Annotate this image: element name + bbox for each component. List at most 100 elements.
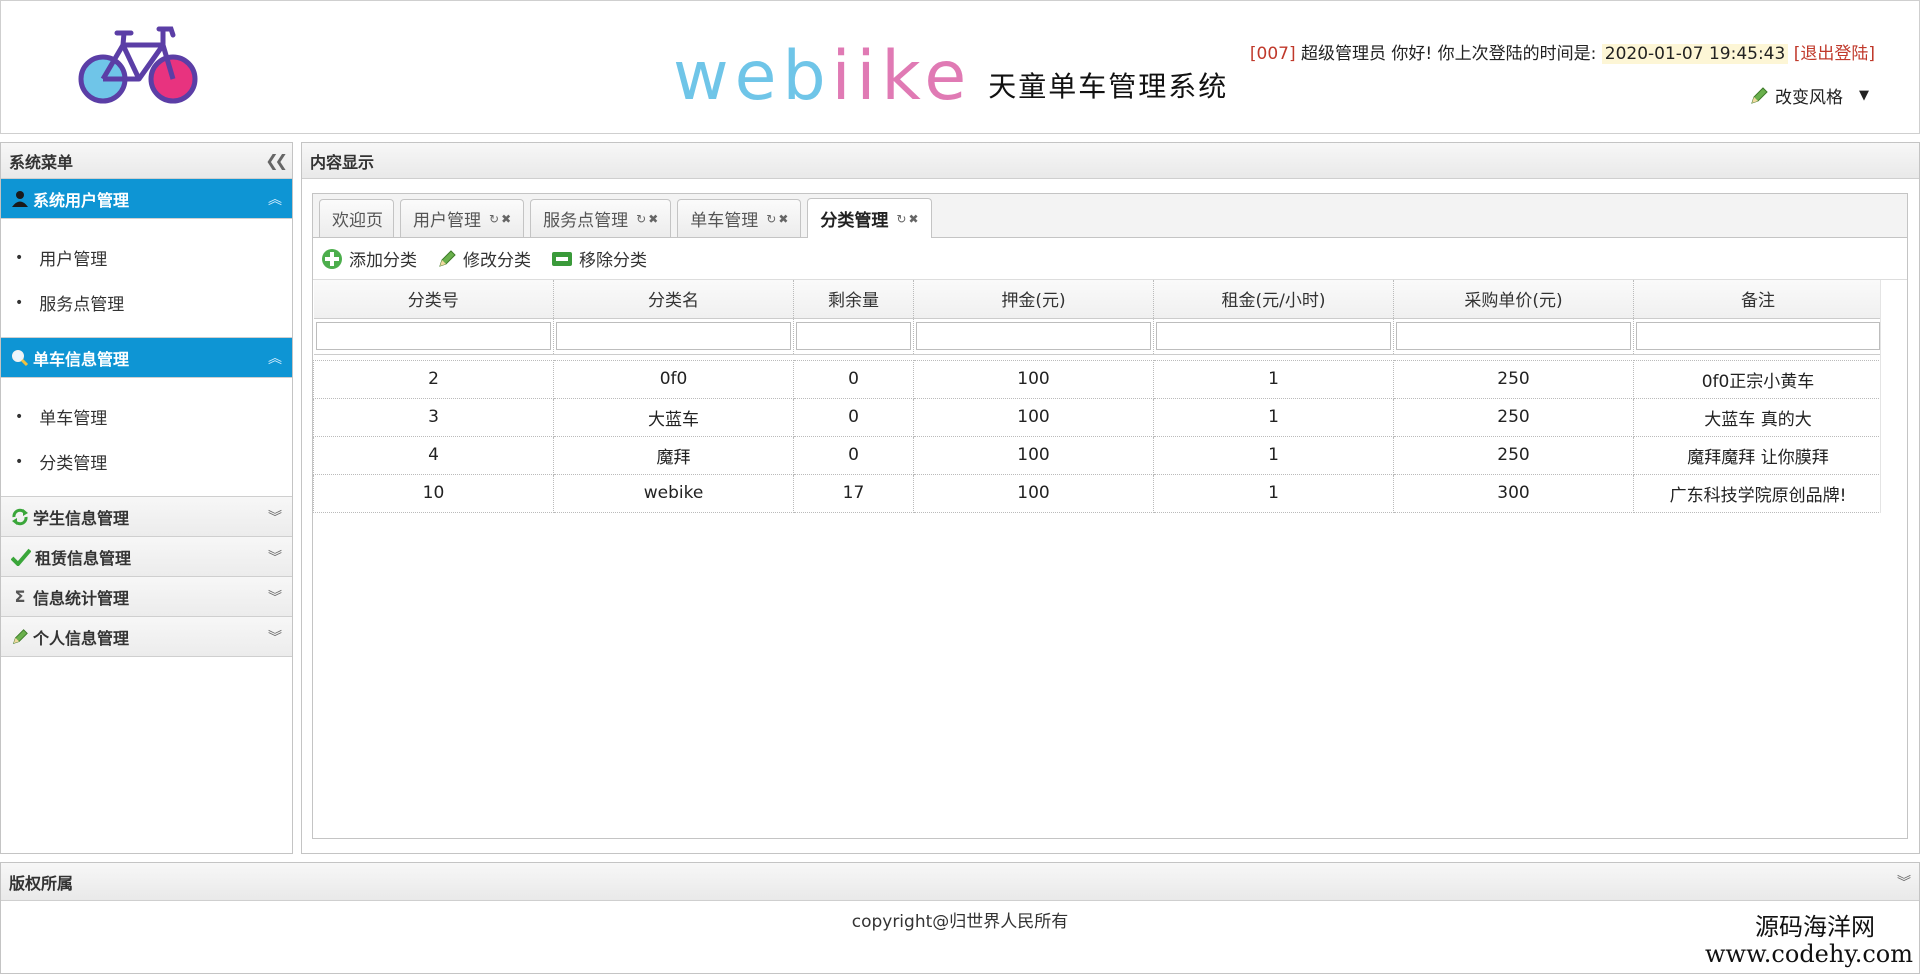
column-header-rent[interactable]: 租金(元/小时) (1153, 280, 1394, 319)
close-icon[interactable]: ✖ (648, 212, 660, 226)
filter-input-deposit[interactable] (916, 322, 1151, 350)
cell-deposit: 100 (913, 435, 1154, 475)
filter-input-purchase-price[interactable] (1396, 322, 1631, 350)
filter-input-name[interactable] (556, 322, 791, 350)
menu-item-category-management[interactable]: 分类管理 (1, 439, 292, 484)
category-grid: 分类号 分类名 剩余量 押金(元) 租金(元/小时) 采购单价(元) 备注 2 … (313, 280, 1907, 513)
column-header-deposit[interactable]: 押金(元) (913, 280, 1154, 319)
user-role: 超级管理员 (1301, 44, 1386, 64)
tab-welcome[interactable]: 欢迎页 (319, 199, 394, 237)
menu-group-label: 单车信息管理 (33, 349, 130, 369)
sidebar-header: 系统菜单 ❮❮ (1, 143, 292, 179)
chevron-up-icon: ︽ (268, 350, 282, 367)
menu-group-student-info[interactable]: 学生信息管理 ︾ (1, 497, 292, 537)
table-row[interactable]: 4 魔拜 0 100 1 250 魔拜魔拜 让你膜拜 (313, 435, 1883, 475)
cell-deposit: 100 (913, 359, 1154, 399)
tab-label: 欢迎页 (332, 211, 383, 231)
change-theme-label: 改变风格 (1775, 88, 1843, 108)
brand-word: webiike (673, 43, 972, 111)
column-header-remark[interactable]: 备注 (1633, 280, 1883, 319)
filter-input-rent[interactable] (1156, 322, 1391, 350)
menu-group-rental-info[interactable]: 租赁信息管理 ︾ (1, 537, 292, 577)
tab-label: 单车管理 (690, 211, 759, 231)
remove-category-button[interactable]: 移除分类 (551, 246, 647, 271)
table-row[interactable]: 3 大蓝车 0 100 1 250 大蓝车 真的大 (313, 397, 1883, 437)
tab-category-management[interactable]: 分类管理 ↻✖ (807, 198, 932, 238)
cell-purchase-price: 250 (1393, 359, 1634, 399)
menu-group-label: 信息统计管理 (33, 588, 130, 608)
collapse-left-icon[interactable]: ❮❮ (265, 151, 288, 170)
chevron-down-icon[interactable]: ︾ (1897, 872, 1911, 892)
change-theme-dropdown[interactable]: 改变风格 ▼ (1749, 83, 1869, 108)
vertical-scrollbar[interactable] (1880, 280, 1907, 513)
filter-input-remaining[interactable] (796, 322, 911, 350)
cell-deposit: 100 (913, 473, 1154, 513)
cell-remaining: 0 (793, 359, 914, 399)
cell-remaining: 0 (793, 435, 914, 475)
reload-icon[interactable]: ↻ (489, 212, 501, 226)
add-category-button[interactable]: 添加分类 (321, 246, 417, 271)
table-row[interactable]: 10 webike 17 100 1 300 广东科技学院原创品牌! (313, 473, 1883, 513)
footer-header: 版权所属 ︾ (1, 863, 1919, 901)
brand-title: webiike 天童单车管理系统 (673, 31, 1228, 111)
cell-name: 大蓝车 (553, 397, 794, 437)
reload-icon[interactable]: ↻ (896, 212, 908, 226)
cell-id: 3 (313, 397, 554, 437)
menu-group-system-users[interactable]: 系统用户管理 ︽ (1, 179, 292, 219)
menu-group-body: 用户管理 服务点管理 (1, 219, 292, 338)
main-content: 内容显示 欢迎页 用户管理 ↻✖ 服务点管理 ↻✖ 单车管理 ↻✖ 分类管理 ↻… (301, 142, 1920, 854)
tab-user-management[interactable]: 用户管理 ↻✖ (400, 199, 525, 237)
user-id: [007] (1249, 44, 1296, 64)
column-header-name[interactable]: 分类名 (553, 280, 794, 319)
close-icon[interactable]: ✖ (501, 212, 513, 226)
cell-remark: 广东科技学院原创品牌! (1633, 473, 1883, 513)
cell-rent: 1 (1153, 397, 1394, 437)
pencil-icon (12, 628, 28, 644)
cell-remark: 大蓝车 真的大 (1633, 397, 1883, 437)
cell-purchase-price: 250 (1393, 397, 1634, 437)
table-header-row: 分类号 分类名 剩余量 押金(元) 租金(元/小时) 采购单价(元) 备注 (313, 280, 1883, 319)
edit-category-button[interactable]: 修改分类 (437, 246, 531, 271)
reload-icon[interactable]: ↻ (636, 212, 648, 226)
user-info: [007] 超级管理员 你好! 你上次登陆的时间是: 2020-01-07 19… (1250, 39, 1875, 64)
watermark-line2: www.codehy.com (1705, 940, 1913, 969)
menu-group-bike-info[interactable]: 单车信息管理 ︽ (1, 338, 292, 378)
tab-label: 分类管理 (820, 211, 889, 231)
logout-link[interactable]: [退出登陆] (1794, 44, 1875, 64)
table-body: 2 0f0 0 100 1 250 0f0正宗小黄车 3 大蓝车 0 100 1 (313, 359, 1883, 513)
filter-input-remark[interactable] (1636, 322, 1880, 350)
menu-group-statistics[interactable]: Σ 信息统计管理 ︾ (1, 577, 292, 617)
plus-icon (322, 248, 342, 269)
menu-item-service-point-management[interactable]: 服务点管理 (1, 280, 292, 325)
brand-word-part-b: ike (856, 37, 973, 116)
reload-icon[interactable]: ↻ (766, 212, 778, 226)
main-header: 内容显示 (302, 143, 1919, 179)
close-icon[interactable]: ✖ (778, 212, 790, 226)
refresh-icon (12, 508, 28, 525)
menu-group-personal-info[interactable]: 个人信息管理 ︾ (1, 617, 292, 657)
menu-group-body: 单车管理 分类管理 (1, 378, 292, 497)
footer-title: 版权所属 (9, 873, 74, 893)
cell-remaining: 0 (793, 397, 914, 437)
filter-input-id[interactable] (315, 322, 551, 350)
main-title: 内容显示 (310, 152, 375, 172)
column-header-purchase-price[interactable]: 采购单价(元) (1393, 280, 1634, 319)
tab-bike-management[interactable]: 单车管理 ↻✖ (677, 199, 802, 237)
menu-item-user-management[interactable]: 用户管理 (1, 235, 292, 280)
sidebar: 系统菜单 ❮❮ 系统用户管理 ︽ 用户管理 服务点管理 单车信息管理 ︽ 单车管… (0, 142, 293, 854)
column-header-remaining[interactable]: 剩余量 (793, 280, 914, 319)
cell-id: 10 (313, 473, 554, 513)
tab-label: 用户管理 (413, 211, 481, 231)
edit-category-label: 修改分类 (463, 251, 531, 271)
menu-item-bike-management[interactable]: 单车管理 (1, 394, 292, 439)
toolbar: 添加分类 修改分类 移除分类 (313, 238, 1907, 280)
cell-id: 4 (313, 435, 554, 475)
cell-name: webike (553, 473, 794, 513)
chevron-down-icon: ︾ (268, 629, 282, 646)
table-row[interactable]: 2 0f0 0 100 1 250 0f0正宗小黄车 (313, 359, 1883, 399)
close-icon[interactable]: ✖ (908, 212, 920, 226)
tab-service-point-management[interactable]: 服务点管理 ↻✖ (530, 199, 672, 237)
greeting-text: 你好! 你上次登陆的时间是: (1391, 44, 1597, 64)
column-header-id[interactable]: 分类号 (313, 280, 554, 319)
copyright-text: copyright@归世界人民所有 (851, 912, 1069, 932)
